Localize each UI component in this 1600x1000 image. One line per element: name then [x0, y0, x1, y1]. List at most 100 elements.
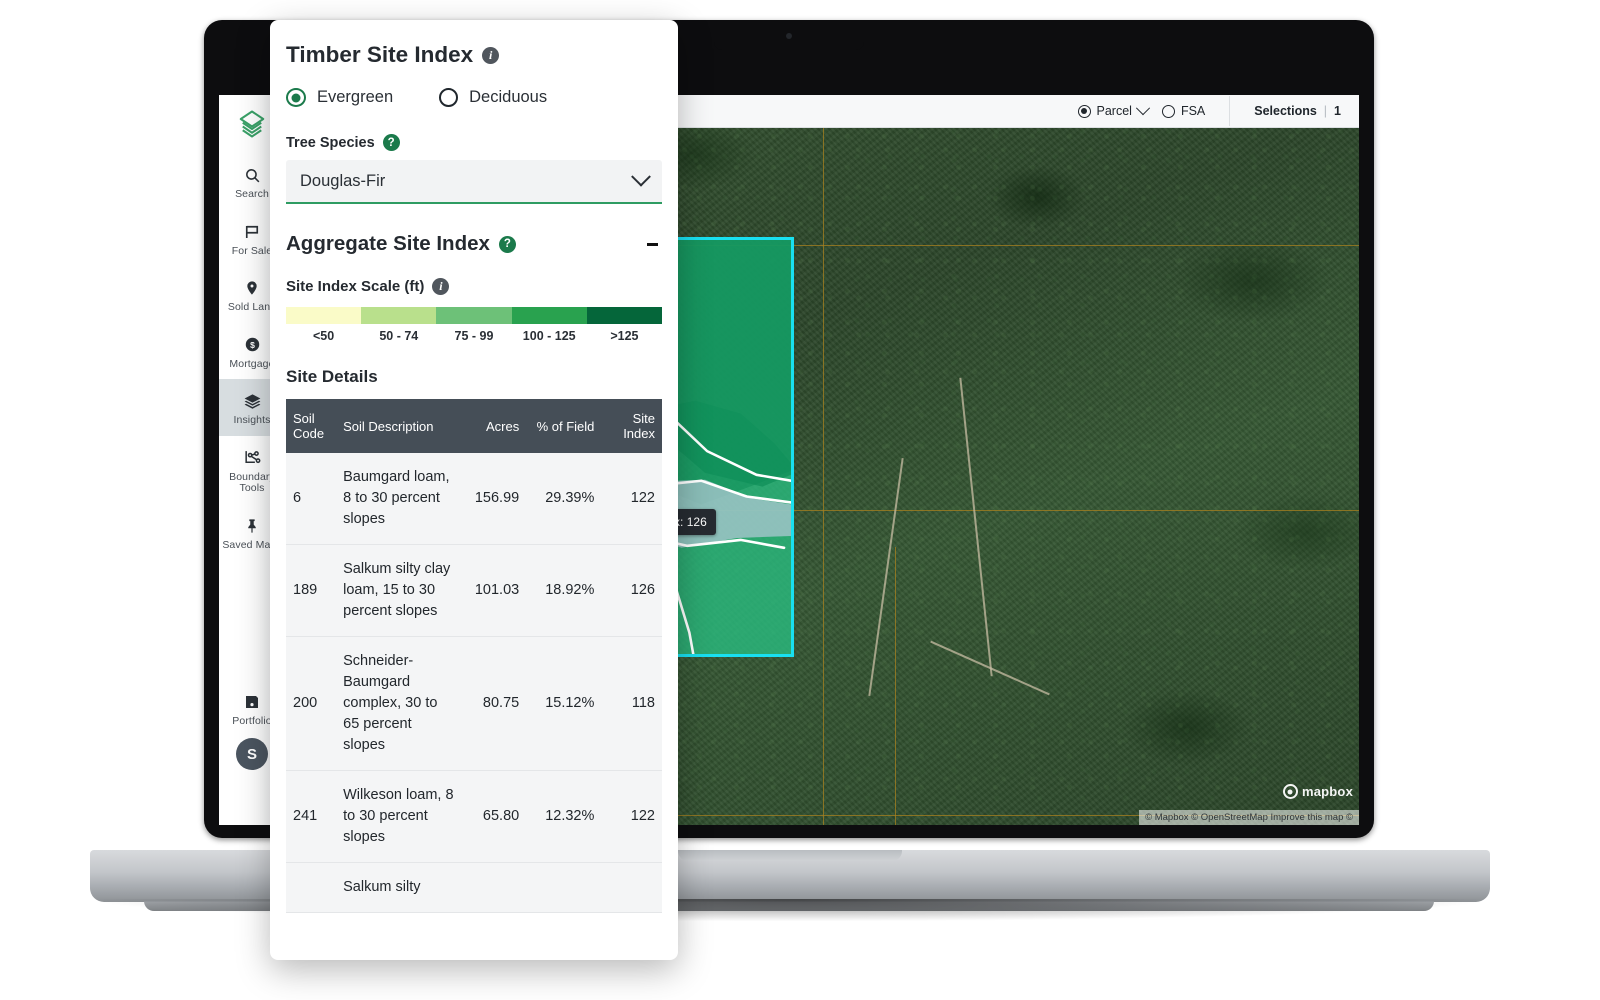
column-header-acres[interactable]: Acres	[461, 399, 527, 453]
mapbox-wordmark: mapbox	[1301, 784, 1353, 799]
layer-mode-toggle: Parcel FSA Selections | 1	[1077, 96, 1359, 126]
cell-acres: 101.03	[461, 544, 527, 637]
site-index-scale-labels: <50 50 - 74 75 - 99 100 - 125 >125	[286, 329, 662, 343]
evergreen-radio-option[interactable]: Evergreen	[286, 88, 393, 107]
cell-soil-description: Baumgard loam, 8 to 30 percent slopes	[336, 453, 462, 545]
cell-site-index	[601, 862, 662, 913]
scale-label-text: Site Index Scale (ft)	[286, 278, 425, 295]
fsa-radio-option[interactable]: FSA	[1161, 104, 1205, 118]
parcel-label: Parcel	[1096, 104, 1132, 118]
scale-bin-label: <50	[312, 329, 335, 343]
scale-swatch-4	[586, 307, 663, 324]
evergreen-label: Evergreen	[317, 88, 394, 106]
scale-swatch-0	[286, 307, 362, 324]
cell-pct-of-field: 29.39%	[526, 453, 602, 545]
tree-species-select[interactable]: Douglas-Fir	[286, 160, 662, 204]
tree-species-label: Tree Species ?	[270, 107, 678, 151]
deciduous-radio-icon[interactable]	[439, 88, 459, 107]
aggregate-title: Aggregate Site Index ?	[286, 232, 516, 256]
site-details-heading: Site Details	[286, 367, 378, 386]
deciduous-radio-option[interactable]: Deciduous	[439, 88, 547, 107]
selections-count: 1	[1334, 104, 1341, 118]
table-row[interactable]: 241 Wilkeson loam, 8 to 30 percent slopes…	[286, 770, 662, 863]
sidebar-item-label: Portfolio	[232, 715, 272, 727]
cell-acres: 80.75	[461, 636, 527, 771]
column-header-pct-field[interactable]: % of Field	[526, 399, 602, 453]
avatar[interactable]: S	[236, 738, 268, 770]
selections-separator: |	[1323, 104, 1328, 118]
sidebar-item-label: Insights	[233, 414, 271, 426]
fsa-radio-icon[interactable]	[1161, 104, 1175, 118]
dollar-circle-icon: $	[241, 334, 263, 356]
sidebar-item-label: Search	[235, 188, 269, 200]
cell-soil-code: 189	[286, 544, 337, 637]
cell-site-index: 118	[601, 636, 662, 771]
table-header-row: Soil Code Soil Description Acres % of Fi…	[286, 399, 662, 453]
cell-soil-description: Wilkeson loam, 8 to 30 percent slopes	[336, 770, 462, 863]
timber-site-index-panel: Timber Site Index i Evergreen Deciduous …	[270, 20, 678, 960]
scale-bin-label: 50 - 74	[379, 329, 419, 343]
toolbar-divider	[1229, 96, 1231, 126]
minus-icon[interactable]	[647, 242, 658, 246]
cell-acres: 65.80	[461, 770, 527, 863]
table-row[interactable]: Salkum silty	[286, 862, 662, 913]
aggregate-title-text: Aggregate Site Index	[286, 232, 490, 255]
tree-species-label-text: Tree Species	[286, 134, 375, 151]
site-index-scale-swatches	[286, 307, 663, 324]
selections-label: Selections	[1254, 104, 1317, 118]
page-title: Timber Site Index i	[270, 20, 678, 68]
site-details-table-body: 6 Baumgard loam, 8 to 30 percent slopes 15…	[286, 453, 662, 913]
info-icon[interactable]: i	[482, 46, 500, 64]
scale-bin-label: >125	[610, 329, 639, 343]
column-header-soil-description[interactable]: Soil Description	[336, 399, 462, 453]
svg-text:$: $	[250, 340, 255, 350]
mapbox-logo[interactable]: mapbox	[1282, 784, 1353, 799]
cell-soil-code: 241	[286, 770, 337, 863]
stacked-layers-logo-icon	[239, 110, 265, 138]
info-icon[interactable]: i	[432, 278, 450, 295]
flag-icon	[241, 221, 263, 243]
boundary-tools-icon	[241, 447, 263, 469]
webcam-icon	[786, 33, 792, 39]
table-row[interactable]: 200 Schneider-Baumgard complex, 30 to 65 …	[286, 636, 662, 771]
evergreen-radio-icon[interactable]	[286, 88, 306, 107]
question-icon[interactable]: ?	[382, 134, 400, 151]
parcel-radio-option[interactable]: Parcel	[1077, 101, 1151, 118]
tree-species-value: Douglas-Fir	[300, 171, 386, 190]
question-icon[interactable]: ?	[498, 235, 516, 253]
map-attribution[interactable]: © Mapbox © OpenStreetMap Improve this ma…	[1139, 810, 1359, 825]
cell-soil-description: Salkum silty clay loam, 15 to 30 percent…	[336, 544, 462, 637]
map-pin-icon	[241, 277, 263, 299]
table-row[interactable]: 189 Salkum silty clay loam, 15 to 30 perc…	[286, 544, 662, 637]
chevron-down-icon[interactable]	[631, 166, 651, 187]
parcel-radio-icon[interactable]	[1077, 104, 1091, 118]
scale-bin-label: 100 - 125	[522, 329, 576, 343]
sidebar-item-label: Sold Land	[227, 301, 277, 313]
section-grid-line	[895, 547, 896, 825]
aggregate-site-index-header: Aggregate Site Index ?	[270, 204, 678, 256]
site-details-table: Soil Code Soil Description Acres % of Fi…	[286, 399, 662, 913]
cell-site-index: 122	[601, 770, 662, 863]
screenshot-root: 188 - Site Index: 126 mapbox © Mapbox © …	[0, 0, 1600, 1000]
chevron-down-icon[interactable]	[1135, 101, 1151, 116]
cell-acres	[461, 862, 527, 913]
table-row[interactable]: 6 Baumgard loam, 8 to 30 percent slopes 15…	[286, 453, 662, 545]
cell-site-index: 126	[601, 544, 662, 637]
cell-pct-of-field: 12.32%	[526, 770, 602, 863]
sidebar-item-label: For Sale	[231, 244, 273, 257]
cell-soil-code: 200	[286, 636, 337, 771]
selections-indicator[interactable]: Selections | 1	[1254, 104, 1357, 118]
panel-title-text: Timber Site Index	[286, 42, 474, 67]
deciduous-label: Deciduous	[469, 88, 548, 106]
pin-icon	[241, 515, 263, 537]
sidebar-item-label: Mortgage	[229, 357, 275, 370]
panel-content: Timber Site Index i Evergreen Deciduous …	[270, 20, 678, 913]
cell-soil-code: 6	[286, 453, 337, 545]
scale-swatch-3	[511, 307, 587, 324]
cell-pct-of-field: 15.12%	[526, 636, 602, 771]
column-header-soil-code[interactable]: Soil Code	[286, 399, 337, 453]
layers-icon	[241, 390, 263, 412]
column-header-site-index[interactable]: Site Index	[601, 399, 662, 453]
cell-soil-description: Schneider-Baumgard complex, 30 to 65 per…	[336, 636, 462, 771]
search-icon	[241, 164, 263, 186]
